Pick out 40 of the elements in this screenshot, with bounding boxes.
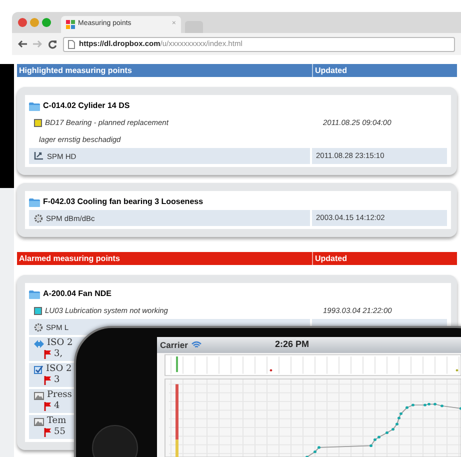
trend-arrows-icon xyxy=(34,152,44,160)
header-label: Updated xyxy=(314,253,348,265)
gear-icon xyxy=(34,322,43,332)
alarm-level: 4 xyxy=(54,401,60,412)
gear-icon xyxy=(34,214,43,222)
wifi-icon xyxy=(190,341,202,349)
back-icon[interactable] xyxy=(18,40,27,48)
measurement-name[interactable]: Tem xyxy=(47,416,66,427)
flag-icon xyxy=(44,376,52,385)
alarm-level: 3, xyxy=(54,349,63,360)
folder-icon xyxy=(29,198,40,206)
flag-icon xyxy=(44,428,52,437)
close-button[interactable] xyxy=(18,18,27,27)
alarm-level: 3 xyxy=(54,375,60,386)
alarm-level: 55 xyxy=(54,427,66,438)
checkbox-icon xyxy=(34,365,43,374)
measurement-name[interactable]: Press xyxy=(47,390,72,401)
carrier-text: Carrier xyxy=(160,338,188,352)
reload-icon[interactable] xyxy=(48,40,57,48)
folder-icon xyxy=(29,102,40,110)
diamond-arrows-icon xyxy=(34,340,44,348)
image-icon xyxy=(34,418,44,426)
flag-icon xyxy=(44,350,52,359)
forward-icon[interactable] xyxy=(33,40,42,48)
folder-icon xyxy=(29,290,40,298)
point-title[interactable]: C-014.02 Cylider 14 DS xyxy=(43,100,130,112)
measurement-name[interactable]: ISO 2 xyxy=(47,338,73,349)
point-title[interactable]: F-042.03 Cooling fan bearing 3 Looseness xyxy=(43,196,204,208)
flag-icon xyxy=(44,402,52,411)
header-title: Highlighted measuring points xyxy=(17,64,313,77)
image-icon xyxy=(34,392,44,400)
header-title: Alarmed measuring points xyxy=(17,252,313,265)
minimize-button[interactable] xyxy=(30,18,39,27)
zoom-button[interactable] xyxy=(42,18,51,27)
measurement-name[interactable]: ISO 2 xyxy=(46,364,72,375)
header-label: Updated xyxy=(314,65,348,77)
time-text: 2:26 PM xyxy=(275,338,310,352)
point-title[interactable]: A-200.04 Fan NDE xyxy=(43,288,112,300)
page-icon xyxy=(68,40,75,48)
favicon-icon xyxy=(66,20,75,29)
